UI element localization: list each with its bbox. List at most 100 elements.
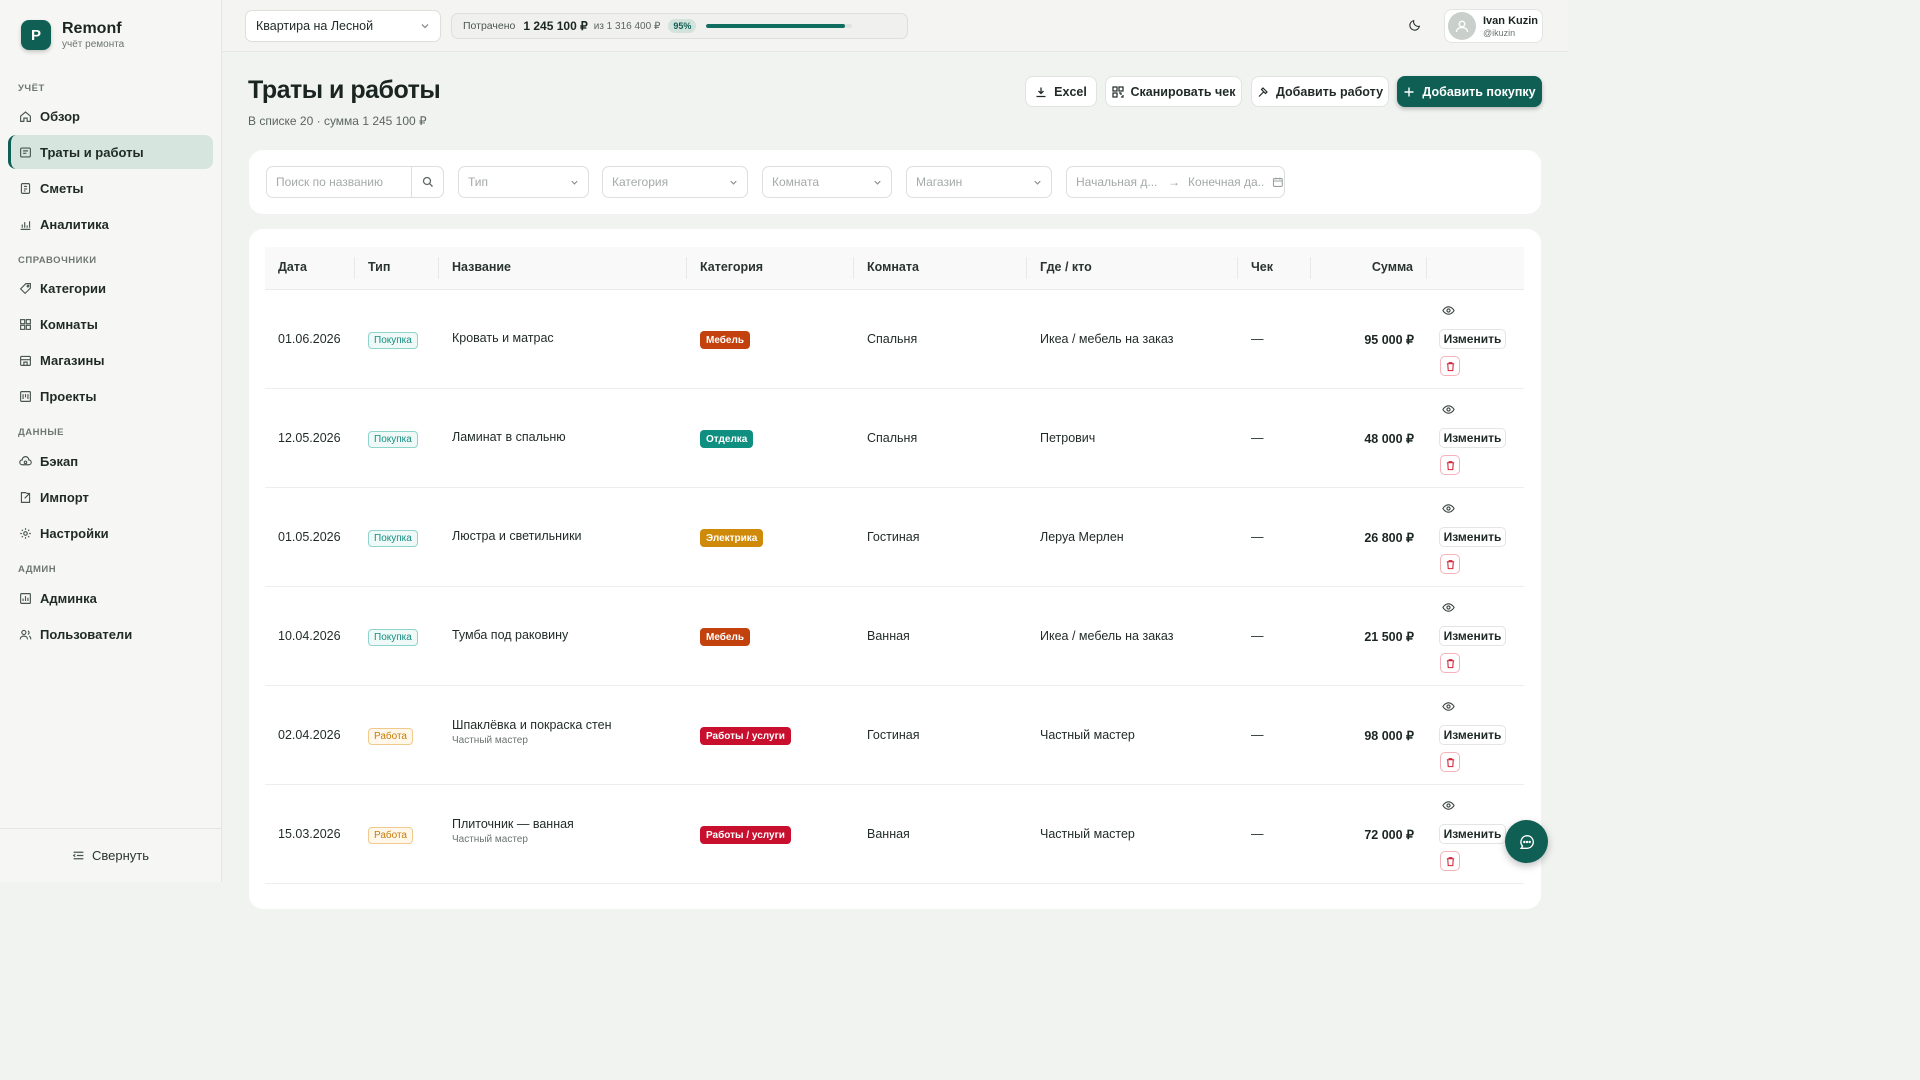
sidebar-item-rooms[interactable]: Комнаты [8, 307, 213, 341]
add-purchase-button[interactable]: Добавить покупку [1397, 76, 1542, 107]
budget-progress-fill [706, 24, 846, 28]
column-header-amount[interactable]: Сумма [1372, 260, 1413, 274]
sidebar-item-expenses[interactable]: Траты и работы [8, 135, 213, 169]
nav-section-admin: АДМИН [18, 564, 57, 575]
sidebar-item-stores[interactable]: Магазины [8, 343, 213, 377]
collapse-icon [72, 849, 86, 863]
row-name: Тумба под раковину [452, 628, 569, 642]
sidebar-item-overview[interactable]: Обзор [8, 99, 213, 133]
search-field[interactable]: Поиск по названию [266, 166, 444, 198]
column-header-room[interactable]: Комната [867, 260, 919, 274]
export-excel-button[interactable]: Excel [1025, 76, 1097, 107]
trash-icon [1445, 856, 1456, 867]
trash-icon [1445, 757, 1456, 768]
sidebar-item-users[interactable]: Пользователи [8, 617, 213, 651]
user-menu[interactable]: Ivan Kuzin @ikuzin [1444, 9, 1543, 43]
row-room: Гостиная [867, 728, 920, 742]
import-icon [18, 490, 32, 504]
edit-button[interactable]: Изменить [1439, 428, 1506, 448]
column-divider [686, 257, 687, 279]
brand-name: Remonf [62, 20, 122, 37]
user-icon [1455, 20, 1469, 33]
delete-button[interactable] [1440, 554, 1460, 574]
column-header-name[interactable]: Название [452, 260, 511, 274]
brand[interactable]: P Remonf учёт ремонта [21, 20, 124, 50]
sidebar-item-import[interactable]: Импорт [8, 480, 213, 514]
gear-icon [18, 526, 32, 540]
collapse-sidebar-button[interactable]: Свернуть [0, 828, 221, 882]
table-header: Дата Тип Название Категория Комната Где … [265, 247, 1524, 290]
row-date: 10.04.2026 [278, 629, 341, 643]
date-end-input[interactable]: Конечная да... [1188, 175, 1264, 189]
row-receipt: — [1251, 728, 1264, 742]
row-name-sub: Частный мастер [452, 834, 528, 845]
store-icon [18, 353, 32, 367]
view-button[interactable] [1439, 304, 1457, 322]
view-button[interactable] [1439, 403, 1457, 421]
chevron-down-icon [571, 180, 578, 185]
users-icon [18, 627, 32, 641]
store-filter-select[interactable]: Магазин [906, 166, 1052, 198]
search-button[interactable] [411, 167, 443, 197]
row-amount: 21 500 ₽ [1364, 630, 1414, 644]
delete-button[interactable] [1440, 356, 1460, 376]
search-input[interactable]: Поиск по названию [267, 167, 411, 197]
edit-button[interactable]: Изменить [1439, 626, 1506, 646]
budget-progress-bar [706, 24, 853, 28]
chat-button[interactable] [1505, 820, 1548, 863]
column-header-where[interactable]: Где / кто [1040, 260, 1092, 274]
sidebar-item-estimates[interactable]: Сметы [8, 171, 213, 205]
row-room: Гостиная [867, 530, 920, 544]
category-badge: Мебель [700, 628, 750, 646]
sidebar-item-backup[interactable]: Бэкап [8, 444, 213, 478]
sidebar-item-label: Траты и работы [40, 144, 144, 160]
view-button[interactable] [1439, 502, 1457, 520]
view-button[interactable] [1439, 700, 1457, 718]
view-button[interactable] [1439, 799, 1457, 817]
project-select[interactable]: Квартира на Лесной [245, 10, 441, 42]
scan-receipt-button[interactable]: Сканировать чек [1105, 76, 1242, 107]
column-header-category[interactable]: Категория [700, 260, 763, 274]
delete-button[interactable] [1440, 752, 1460, 772]
add-purchase-label: Добавить покупку [1422, 84, 1536, 99]
sidebar-item-analytics[interactable]: Аналитика [8, 207, 213, 241]
sidebar-item-categories[interactable]: Категории [8, 271, 213, 305]
edit-button[interactable]: Изменить [1439, 725, 1506, 745]
column-divider [1026, 257, 1027, 279]
row-room: Ванная [867, 827, 910, 841]
room-filter-select[interactable]: Комната [762, 166, 892, 198]
type-badge: Покупка [368, 629, 418, 646]
column-header-date[interactable]: Дата [278, 260, 307, 274]
table-row: 02.04.2026 Работа Шпаклёвка и покраска сте… [265, 686, 1524, 785]
budget-total: из 1 316 400 ₽ [593, 20, 661, 32]
receipt-icon [18, 145, 32, 159]
row-date: 01.06.2026 [278, 332, 341, 346]
delete-button[interactable] [1440, 851, 1460, 871]
edit-button[interactable]: Изменить [1439, 824, 1506, 844]
sidebar-item-label: Магазины [40, 352, 105, 368]
user-name: Ivan Kuzin [1483, 14, 1539, 27]
category-filter-select[interactable]: Категория [602, 166, 748, 198]
edit-button[interactable]: Изменить [1439, 329, 1506, 349]
table-row: 01.06.2026 Покупка Кровать и матрас Мебель С… [265, 290, 1524, 389]
row-name: Шпаклёвка и покраска стен [452, 718, 612, 732]
date-start-input[interactable]: Начальная д... [1076, 175, 1160, 189]
column-header-type[interactable]: Тип [368, 260, 390, 274]
add-work-label: Добавить работу [1275, 84, 1384, 99]
delete-button[interactable] [1440, 653, 1460, 673]
view-button[interactable] [1439, 601, 1457, 619]
row-amount: 72 000 ₽ [1364, 828, 1414, 842]
edit-button[interactable]: Изменить [1439, 527, 1506, 547]
type-filter-select[interactable]: Тип [458, 166, 589, 198]
sidebar-item-admin[interactable]: Админка [8, 581, 213, 615]
sidebar-item-projects[interactable]: Проекты [8, 379, 213, 413]
date-range-picker[interactable]: Начальная д... → Конечная да... [1066, 166, 1285, 198]
budget-summary: Потрачено 1 245 100 ₽ из 1 316 400 ₽ 95% [451, 13, 908, 39]
delete-button[interactable] [1440, 455, 1460, 475]
column-header-receipt[interactable]: Чек [1251, 260, 1273, 274]
sidebar-item-label: Импорт [40, 489, 89, 505]
sidebar-item-settings[interactable]: Настройки [8, 516, 213, 550]
add-work-button[interactable]: Добавить работу [1251, 76, 1389, 107]
chevron-down-icon [874, 180, 881, 185]
theme-toggle-button[interactable] [1408, 18, 1424, 34]
